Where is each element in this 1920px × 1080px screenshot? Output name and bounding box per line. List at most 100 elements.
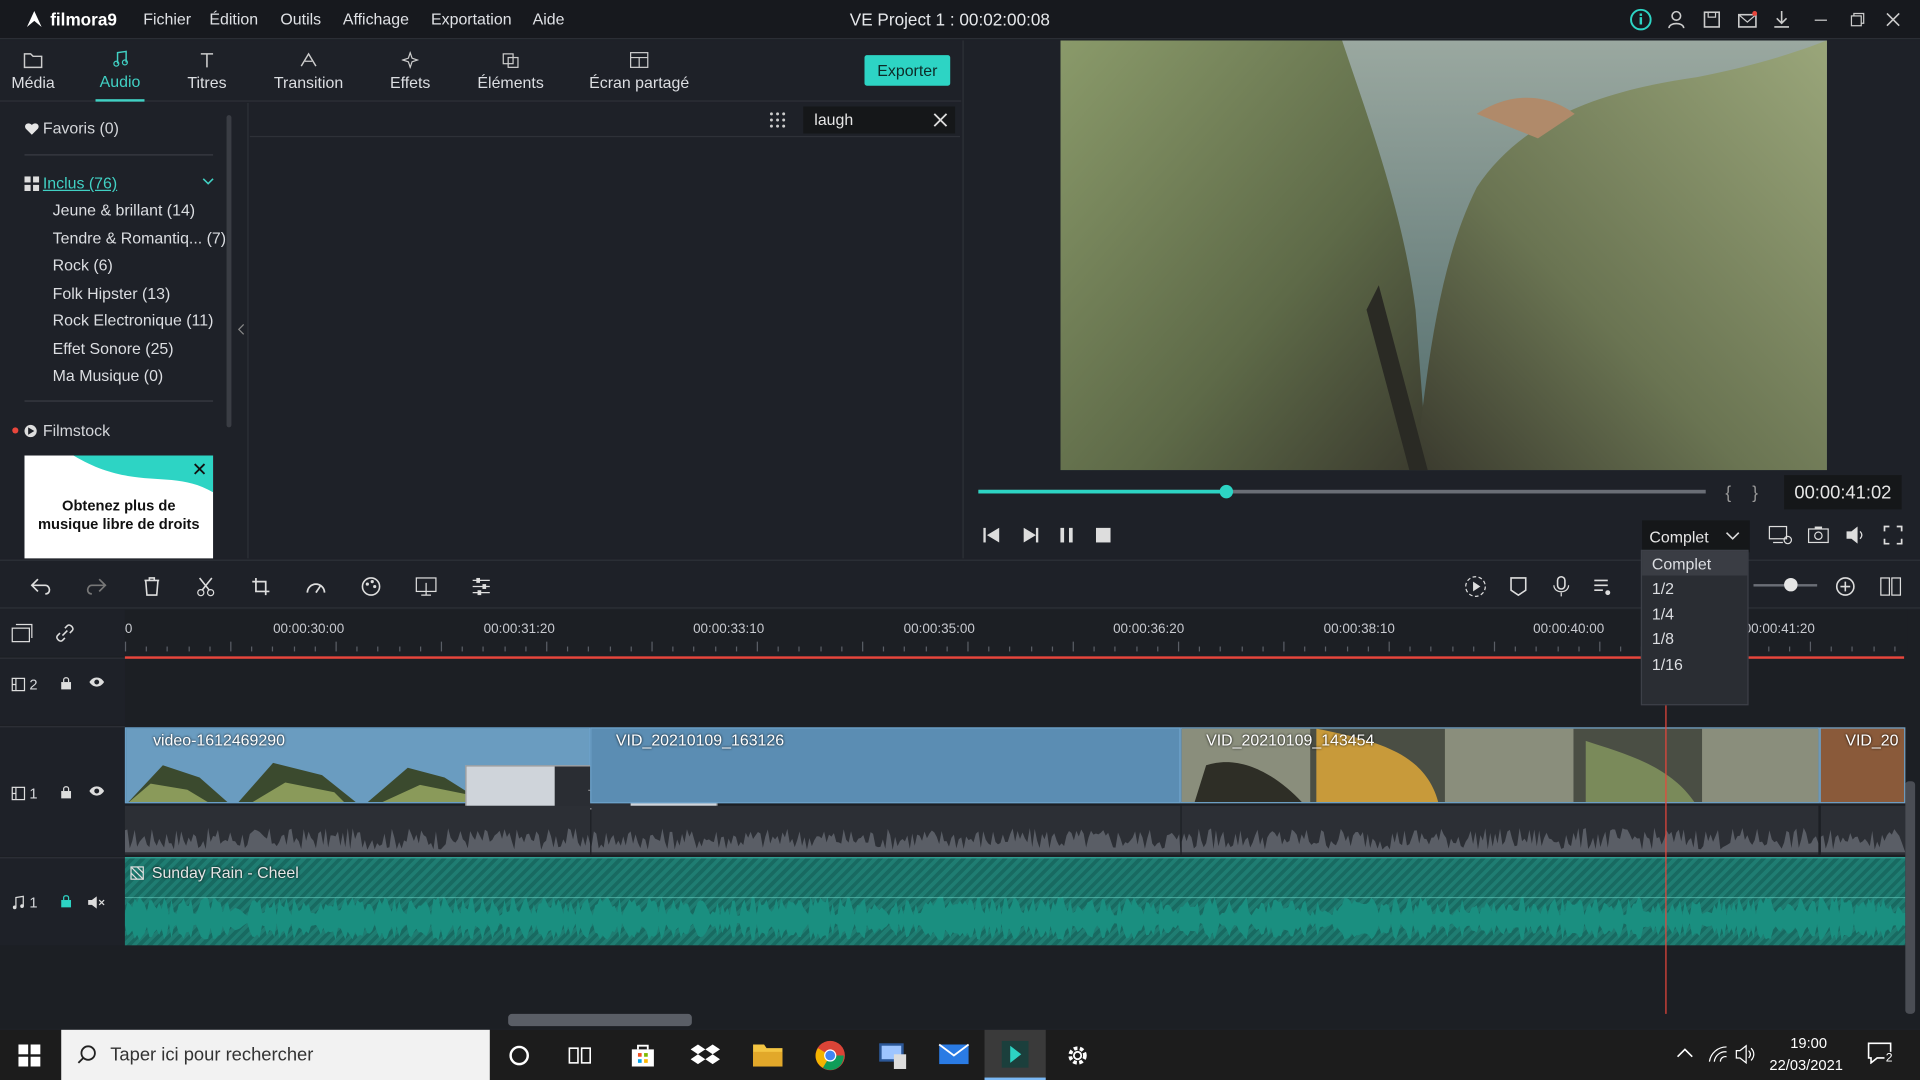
windows-start-icon[interactable] <box>18 1044 41 1067</box>
quality-option[interactable]: 1/2 <box>1652 579 1674 597</box>
mail-app-icon[interactable] <box>938 1042 970 1066</box>
quality-option[interactable]: 1/8 <box>1652 629 1674 647</box>
display-settings-icon[interactable] <box>1768 525 1793 545</box>
timeline-horizontal-scrollbar[interactable] <box>508 1013 692 1027</box>
tab-ecran-partage[interactable]: Écran partagé <box>588 40 691 101</box>
menu-aide[interactable]: Aide <box>533 10 565 28</box>
collapse-arrow-icon[interactable] <box>237 323 245 335</box>
pause-icon[interactable] <box>1059 527 1074 543</box>
info-icon[interactable] <box>1629 7 1653 31</box>
tab-effets[interactable]: Effets <box>383 40 437 101</box>
category-item[interactable]: Rock (6) <box>53 256 113 274</box>
tab-elements[interactable]: Éléments <box>474 40 547 101</box>
speaker-icon[interactable] <box>1735 1044 1757 1065</box>
store-icon[interactable] <box>628 1041 657 1070</box>
delete-icon[interactable] <box>138 573 165 600</box>
dropbox-icon[interactable] <box>690 1041 721 1070</box>
minimize-icon[interactable] <box>1809 7 1833 31</box>
fullscreen-icon[interactable] <box>1883 525 1903 545</box>
category-item[interactable]: Folk Hipster (13) <box>53 284 171 302</box>
eye-icon[interactable] <box>88 676 105 688</box>
settings-gear-icon[interactable] <box>1064 1042 1091 1069</box>
category-item[interactable]: Tendre & Romantiq... (7) <box>53 229 226 247</box>
audio-mixer-icon[interactable] <box>468 573 495 600</box>
tab-transition[interactable]: Transition <box>271 40 347 101</box>
green-screen-icon[interactable] <box>413 573 440 600</box>
video-clip[interactable]: VID_20 <box>1819 727 1906 804</box>
quality-option[interactable]: 1/4 <box>1652 605 1674 623</box>
filmora-taskbar-button[interactable] <box>984 1029 1046 1080</box>
menu-fichier[interactable]: Fichier <box>143 10 191 28</box>
file-explorer-icon[interactable] <box>752 1041 784 1068</box>
mail-icon[interactable] <box>1735 7 1759 31</box>
lock-icon[interactable] <box>60 894 72 909</box>
speed-icon[interactable] <box>302 573 329 600</box>
monitor-app-icon[interactable] <box>877 1040 909 1072</box>
volume-icon[interactable] <box>1845 525 1867 545</box>
timeline-vertical-scrollbar[interactable] <box>1905 781 1916 1014</box>
tab-audio[interactable]: Audio <box>95 40 145 102</box>
ad-close-icon[interactable] <box>192 462 207 477</box>
previous-frame-icon[interactable] <box>983 527 1000 543</box>
tab-media[interactable]: Média <box>7 40 58 101</box>
add-track-icon[interactable] <box>11 623 33 643</box>
menu-affichage[interactable]: Affichage <box>343 10 409 28</box>
taskbar-search-box[interactable]: Taper ici pour rechercher <box>61 1029 490 1080</box>
menu-outils[interactable]: Outils <box>280 10 321 28</box>
category-item[interactable]: Effet Sonore (25) <box>53 339 174 357</box>
mark-out-icon[interactable]: } <box>1752 482 1758 502</box>
crop-icon[interactable] <box>247 573 274 600</box>
clear-search-icon[interactable] <box>933 113 948 128</box>
included-category[interactable]: Inclus (76) <box>24 174 117 192</box>
chrome-icon[interactable] <box>814 1040 846 1072</box>
marker-icon[interactable] <box>1505 573 1532 600</box>
category-item[interactable]: Rock Electronique (11) <box>53 311 214 329</box>
playhead-line[interactable] <box>1665 658 1667 1014</box>
mute-icon[interactable] <box>87 895 107 910</box>
menu-edition[interactable]: Édition <box>209 10 258 28</box>
filmstock-item[interactable]: Filmstock <box>12 421 110 440</box>
video-clip[interactable]: VID_20210109_163126 <box>590 727 1181 804</box>
category-item[interactable]: Jeune & brillant (14) <box>53 201 195 219</box>
zoom-slider-knob[interactable] <box>1784 577 1798 592</box>
lock-icon[interactable] <box>60 785 72 800</box>
export-button[interactable]: Exporter <box>864 55 951 86</box>
search-input[interactable]: laugh <box>803 106 956 134</box>
playhead-knob[interactable] <box>1219 484 1234 499</box>
grid-view-icon[interactable] <box>769 111 786 128</box>
video-clip[interactable]: VID_20210109_143454 <box>1180 727 1820 804</box>
favorites-item[interactable]: Favoris (0) <box>24 119 119 137</box>
tray-chevron-up-icon[interactable] <box>1676 1047 1693 1059</box>
undo-icon[interactable] <box>28 573 55 600</box>
link-icon[interactable] <box>55 623 75 643</box>
sidebar-scrollbar[interactable] <box>226 115 232 428</box>
audio-settings-icon[interactable] <box>1589 573 1616 600</box>
download-icon[interactable] <box>1769 7 1793 31</box>
redo-icon[interactable] <box>82 573 109 600</box>
music-clip[interactable]: Sunday Rain - Cheel <box>124 857 1906 946</box>
playback-progress-track[interactable] <box>978 484 1706 499</box>
color-icon[interactable] <box>358 573 385 600</box>
menu-exportation[interactable]: Exportation <box>431 10 512 28</box>
filmstock-ad[interactable]: Obtenez plus de musique libre de droits <box>24 455 214 559</box>
account-icon[interactable] <box>1664 7 1688 31</box>
quality-select[interactable]: Complet <box>1642 520 1750 553</box>
tab-titres[interactable]: Titres <box>181 40 232 101</box>
quality-option[interactable]: Complet <box>1652 555 1711 573</box>
chevron-down-icon[interactable] <box>202 176 214 186</box>
save-icon[interactable] <box>1700 7 1724 31</box>
clock-date[interactable]: 22/03/2021 <box>1769 1057 1843 1074</box>
restore-icon[interactable] <box>1845 7 1869 31</box>
zoom-in-icon[interactable] <box>1832 573 1859 600</box>
eye-icon[interactable] <box>88 785 105 797</box>
snapshot-icon[interactable] <box>1807 525 1829 545</box>
lock-icon[interactable] <box>60 676 72 691</box>
category-item[interactable]: Ma Musique (0) <box>53 366 164 384</box>
quality-option[interactable]: 1/16 <box>1652 655 1683 673</box>
video-preview[interactable] <box>1060 40 1827 471</box>
voiceover-icon[interactable] <box>1548 573 1575 600</box>
render-preview-icon[interactable] <box>1462 573 1489 600</box>
cut-icon[interactable] <box>192 573 219 600</box>
wifi-icon[interactable] <box>1707 1044 1729 1064</box>
notification-center-icon[interactable]: 2 <box>1867 1042 1894 1066</box>
